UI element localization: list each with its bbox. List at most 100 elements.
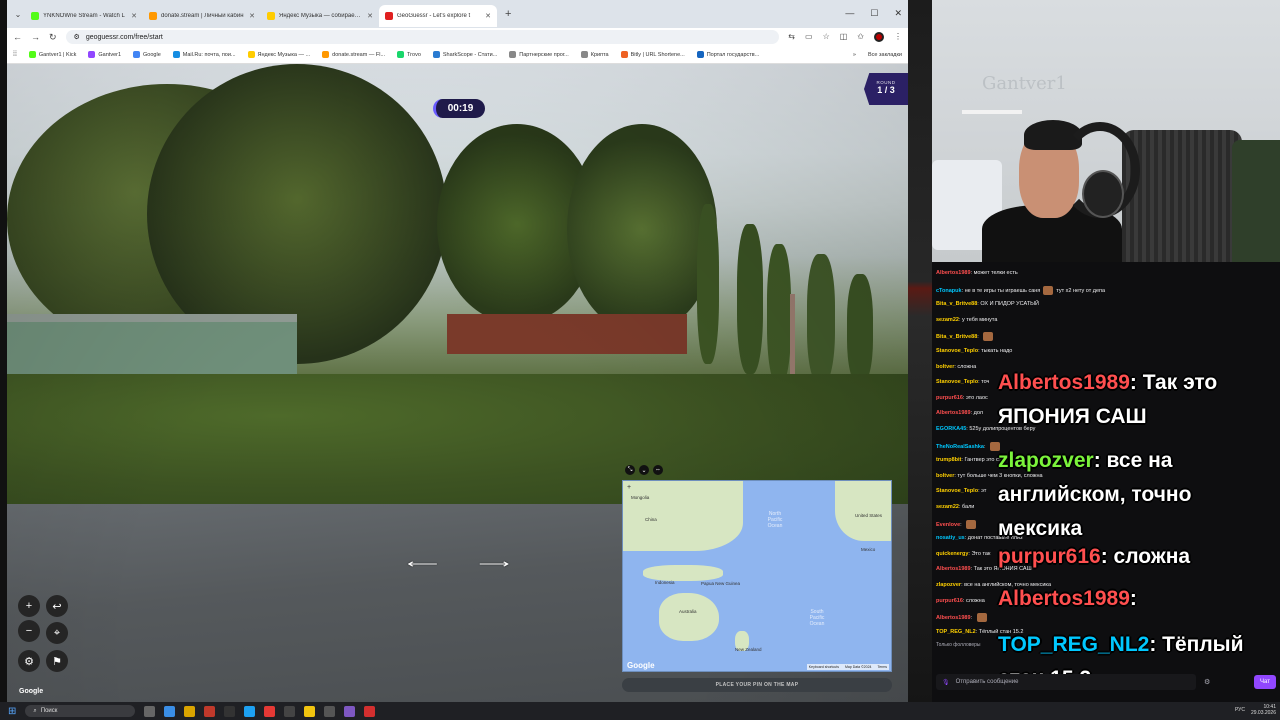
- bookmark-item[interactable]: Партнерские прог...: [509, 51, 569, 58]
- chat-username[interactable]: EGORKA45: [936, 426, 966, 432]
- chat-username[interactable]: Stanovoe_Teplo: [936, 348, 978, 354]
- bookmark-item[interactable]: Bitly | URL Shortene...: [620, 51, 685, 58]
- chat-username[interactable]: Stanovoe_Teplo: [936, 488, 978, 494]
- street-view[interactable]: 00:19 ROUND 1 / 3 ⟵ ⟶ + ↩ − ⌖ ⚙ ⚑ Google…: [7, 64, 908, 703]
- chat-username[interactable]: Bita_v_Britve88: [936, 334, 977, 340]
- chat-username[interactable]: zlapozver: [936, 582, 961, 588]
- chat-input[interactable]: 🎙 Отправить сообщение: [936, 674, 1196, 690]
- translate-icon[interactable]: ⇆: [788, 32, 795, 42]
- chat-username[interactable]: Albertos1989: [936, 615, 971, 621]
- new-tab-button[interactable]: +: [497, 8, 519, 20]
- move-right-arrow-icon[interactable]: ⟶: [479, 556, 511, 572]
- browser-tab[interactable]: Яндекс Музыка — собираем в ✕: [261, 5, 379, 27]
- menu-icon[interactable]: ⋮: [894, 32, 902, 42]
- app-icon[interactable]: [284, 705, 296, 717]
- chat-send-button[interactable]: Чат: [1254, 675, 1276, 689]
- app-icon[interactable]: [224, 705, 236, 717]
- edge-icon[interactable]: [164, 705, 176, 717]
- app-icon[interactable]: [324, 705, 336, 717]
- bookmark-item[interactable]: Крипта: [580, 51, 609, 58]
- chat-settings-icon[interactable]: ⚙: [1204, 678, 1210, 686]
- chat-username[interactable]: Albertos1989: [936, 270, 971, 276]
- app-icon[interactable]: [344, 705, 356, 717]
- zoom-out-button[interactable]: −: [18, 620, 40, 642]
- bookmark-star-icon[interactable]: ☆: [823, 32, 830, 42]
- flag-button[interactable]: ⚑: [46, 650, 68, 672]
- tab-search-icon[interactable]: ⌄: [11, 10, 25, 19]
- explorer-icon[interactable]: [184, 705, 196, 717]
- undo-move-button[interactable]: ↩: [46, 595, 68, 617]
- bookmark-item[interactable]: Gantver1: [88, 51, 121, 58]
- maximize-icon[interactable]: ☐: [870, 8, 878, 19]
- app-icon[interactable]: [244, 705, 256, 717]
- start-icon[interactable]: ⊞: [8, 706, 16, 717]
- chat-username[interactable]: TheNoRealSashka: [936, 444, 984, 450]
- forward-icon[interactable]: →: [31, 32, 40, 42]
- place-pin-button[interactable]: PLACE YOUR PIN ON THE MAP: [622, 678, 892, 692]
- tab-close-icon[interactable]: ✕: [131, 12, 137, 20]
- bookmark-item[interactable]: SharkScope - Стати...: [432, 51, 497, 58]
- all-bookmarks[interactable]: Все закладки: [868, 52, 902, 58]
- chat-username[interactable]: sezam22: [936, 317, 959, 323]
- bookmark-item[interactable]: Gantver1 | Kick: [28, 51, 76, 58]
- expand-map-icon[interactable]: ⤡: [625, 465, 635, 475]
- map-attribution-item[interactable]: Terms: [877, 665, 887, 669]
- bookmark-item[interactable]: Яндекс Музыка — ...: [247, 51, 310, 58]
- tab-close-icon[interactable]: ✕: [249, 12, 255, 20]
- address-bar[interactable]: ⚙ geoguessr.com/free/start: [65, 30, 780, 44]
- pin-map-icon[interactable]: ⇔: [653, 465, 663, 475]
- shrink-map-icon[interactable]: ⌄: [639, 465, 649, 475]
- chat-username[interactable]: Albertos1989: [936, 566, 971, 572]
- chat-username[interactable]: cTonapuk: [936, 288, 962, 294]
- chat-username[interactable]: Stanovoe_Teplo: [936, 379, 978, 385]
- chat-username[interactable]: Evenlove: [936, 522, 960, 528]
- move-left-arrow-icon[interactable]: ⟵: [407, 556, 439, 572]
- app-icon[interactable]: [304, 705, 316, 717]
- reload-icon[interactable]: ↻: [49, 32, 57, 43]
- mic-icon[interactable]: 🎙: [942, 679, 950, 686]
- chrome-icon[interactable]: [264, 705, 276, 717]
- profile-avatar[interactable]: [874, 32, 884, 42]
- tab-close-icon[interactable]: ✕: [485, 12, 491, 20]
- close-window-icon[interactable]: ✕: [894, 8, 902, 19]
- map-zoom-icon[interactable]: +: [627, 484, 631, 491]
- chat-username[interactable]: trump8bit: [936, 457, 961, 463]
- back-icon[interactable]: ←: [13, 32, 22, 42]
- app-icon[interactable]: [204, 705, 216, 717]
- chat-username[interactable]: boltver: [936, 473, 954, 479]
- bookmark-item[interactable]: donate.stream — Fl...: [322, 51, 385, 58]
- chat-username[interactable]: nosatiy_us: [936, 535, 965, 541]
- chat-username[interactable]: boltver: [936, 364, 954, 370]
- task-view-icon[interactable]: [144, 705, 156, 717]
- chat-username[interactable]: purpur616: [936, 598, 963, 604]
- extensions-icon[interactable]: ◫: [840, 32, 848, 42]
- map-attribution-item[interactable]: Keyboard shortcuts: [809, 665, 839, 669]
- apps-icon[interactable]: ⁞⁞: [13, 51, 17, 58]
- bookmark-item[interactable]: Google: [133, 51, 161, 58]
- bookmark-item[interactable]: Trovo: [397, 51, 421, 58]
- chat-username[interactable]: Albertos1989: [936, 410, 971, 416]
- browser-tab[interactable]: GeoGuessr - Let's explore t ✕: [379, 5, 497, 27]
- return-to-start-button[interactable]: ⌖: [46, 622, 68, 644]
- minimize-icon[interactable]: —: [845, 8, 854, 19]
- cast-icon[interactable]: ▭: [805, 32, 813, 42]
- browser-tab[interactable]: YNKNOWne Stream - Watch L ✕: [25, 5, 143, 27]
- tray-lang[interactable]: РУС: [1235, 707, 1245, 713]
- more-bookmarks-icon[interactable]: »: [853, 52, 856, 58]
- zoom-in-button[interactable]: +: [18, 595, 40, 617]
- bookmark-item[interactable]: Портал государств...: [696, 51, 759, 58]
- clock[interactable]: 10:41 29.03.2026: [1251, 704, 1276, 716]
- chat-username[interactable]: sezam22: [936, 504, 959, 510]
- favorites-icon[interactable]: ✩: [857, 32, 864, 42]
- settings-button[interactable]: ⚙: [18, 650, 40, 672]
- chat-username[interactable]: purpur616: [936, 395, 963, 401]
- app-icon[interactable]: [364, 705, 376, 717]
- bookmark-item[interactable]: Mail.Ru: почта, пои...: [172, 51, 236, 58]
- browser-tab[interactable]: donate.stream | Личный кабин ✕: [143, 5, 261, 27]
- map-attribution-item[interactable]: Map Data ©2024: [845, 665, 872, 669]
- chat-username[interactable]: Bita_v_Britve88: [936, 301, 977, 307]
- chat-username[interactable]: TOP_REG_NL2: [936, 629, 976, 635]
- site-info-icon[interactable]: ⚙: [74, 33, 80, 41]
- tab-close-icon[interactable]: ✕: [367, 12, 373, 20]
- guess-map[interactable]: Mongolia China North Pacific Ocean United S…: [622, 480, 892, 672]
